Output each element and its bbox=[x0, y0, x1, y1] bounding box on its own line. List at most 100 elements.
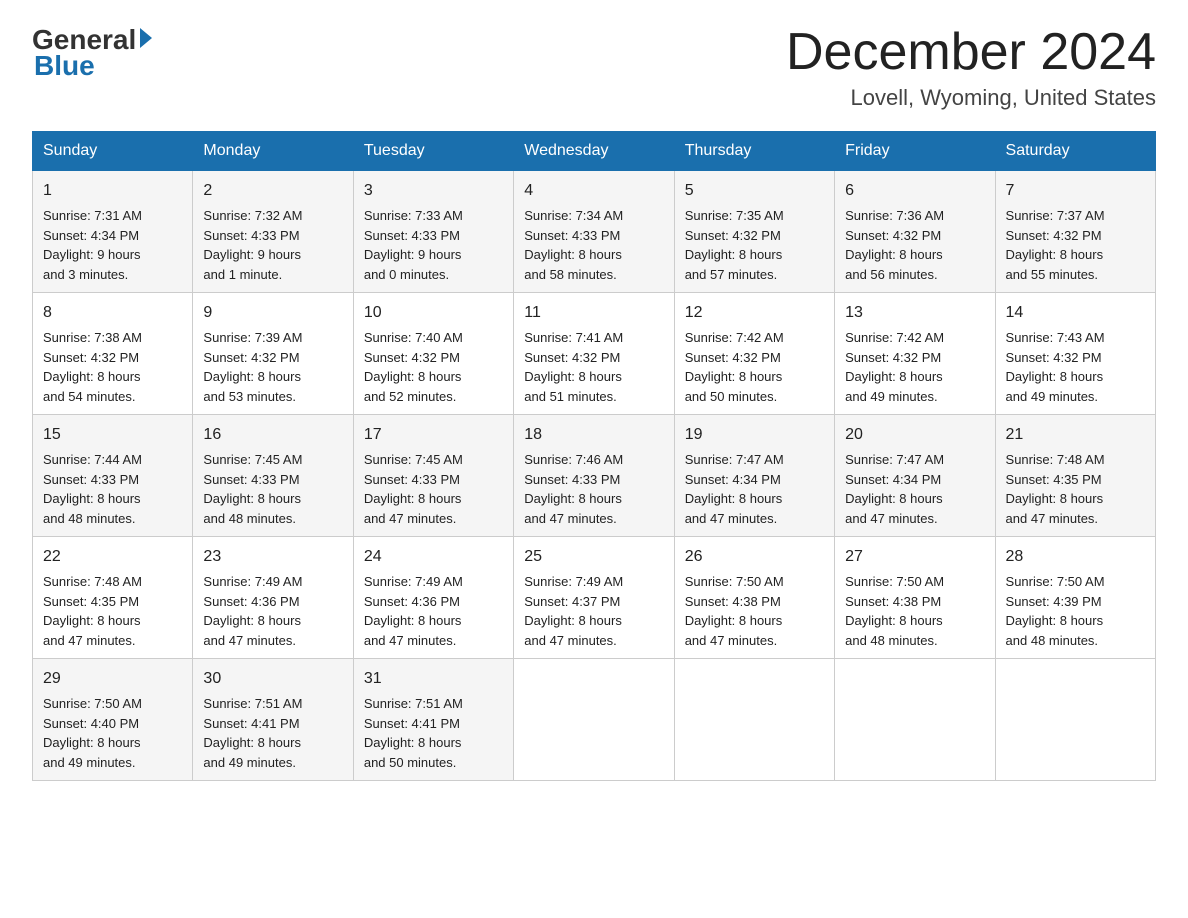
day-info: Sunrise: 7:45 AMSunset: 4:33 PMDaylight:… bbox=[364, 452, 463, 526]
day-info: Sunrise: 7:50 AMSunset: 4:39 PMDaylight:… bbox=[1006, 574, 1105, 648]
day-number: 20 bbox=[845, 423, 984, 447]
calendar-cell bbox=[835, 659, 995, 781]
day-info: Sunrise: 7:36 AMSunset: 4:32 PMDaylight:… bbox=[845, 208, 944, 282]
calendar-cell: 21 Sunrise: 7:48 AMSunset: 4:35 PMDayligh… bbox=[995, 415, 1155, 537]
day-number: 28 bbox=[1006, 545, 1145, 569]
day-number: 31 bbox=[364, 667, 503, 691]
calendar-cell: 22Sunrise: 7:48 AMSunset: 4:35 PMDayligh… bbox=[33, 537, 193, 659]
day-number: 2 bbox=[203, 179, 342, 203]
day-info: Sunrise: 7:38 AMSunset: 4:32 PMDaylight:… bbox=[43, 330, 142, 404]
calendar-cell: 30Sunrise: 7:51 AMSunset: 4:41 PMDayligh… bbox=[193, 659, 353, 781]
calendar-cell: 5 Sunrise: 7:35 AMSunset: 4:32 PMDaylight… bbox=[674, 171, 834, 293]
day-number: 14 bbox=[1006, 301, 1145, 325]
day-info: Sunrise: 7:47 AMSunset: 4:34 PMDaylight:… bbox=[845, 452, 944, 526]
calendar-cell: 23Sunrise: 7:49 AMSunset: 4:36 PMDayligh… bbox=[193, 537, 353, 659]
header-sunday: Sunday bbox=[33, 132, 193, 171]
calendar-cell: 31 Sunrise: 7:51 AMSunset: 4:41 PMDayligh… bbox=[353, 659, 513, 781]
calendar-cell: 17 Sunrise: 7:45 AMSunset: 4:33 PMDayligh… bbox=[353, 415, 513, 537]
day-info: Sunrise: 7:51 AMSunset: 4:41 PMDaylight:… bbox=[364, 696, 463, 770]
day-number: 1 bbox=[43, 179, 182, 203]
day-info: Sunrise: 7:45 AMSunset: 4:33 PMDaylight:… bbox=[203, 452, 302, 526]
header-monday: Monday bbox=[193, 132, 353, 171]
calendar-week-row: 1Sunrise: 7:31 AMSunset: 4:34 PMDaylight… bbox=[33, 171, 1156, 293]
calendar-cell: 25Sunrise: 7:49 AMSunset: 4:37 PMDayligh… bbox=[514, 537, 674, 659]
title-area: December 2024 Lovell, Wyoming, United St… bbox=[786, 24, 1156, 111]
calendar-cell: 4 Sunrise: 7:34 AMSunset: 4:33 PMDaylight… bbox=[514, 171, 674, 293]
day-number: 8 bbox=[43, 301, 182, 325]
calendar-header-row: SundayMondayTuesdayWednesdayThursdayFrid… bbox=[33, 132, 1156, 171]
day-number: 27 bbox=[845, 545, 984, 569]
day-number: 5 bbox=[685, 179, 824, 203]
calendar-cell: 6 Sunrise: 7:36 AMSunset: 4:32 PMDaylight… bbox=[835, 171, 995, 293]
calendar-cell: 24 Sunrise: 7:49 AMSunset: 4:36 PMDayligh… bbox=[353, 537, 513, 659]
header-tuesday: Tuesday bbox=[353, 132, 513, 171]
calendar-cell: 1Sunrise: 7:31 AMSunset: 4:34 PMDaylight… bbox=[33, 171, 193, 293]
day-info: Sunrise: 7:46 AMSunset: 4:33 PMDaylight:… bbox=[524, 452, 623, 526]
calendar-title: December 2024 bbox=[786, 24, 1156, 81]
day-number: 11 bbox=[524, 301, 663, 325]
day-info: Sunrise: 7:35 AMSunset: 4:32 PMDaylight:… bbox=[685, 208, 784, 282]
day-number: 21 bbox=[1006, 423, 1145, 447]
day-number: 22 bbox=[43, 545, 182, 569]
day-info: Sunrise: 7:50 AMSunset: 4:38 PMDaylight:… bbox=[685, 574, 784, 648]
calendar-cell: 16Sunrise: 7:45 AMSunset: 4:33 PMDayligh… bbox=[193, 415, 353, 537]
calendar-cell: 3Sunrise: 7:33 AMSunset: 4:33 PMDaylight… bbox=[353, 171, 513, 293]
day-number: 17 bbox=[364, 423, 503, 447]
day-info: Sunrise: 7:48 AMSunset: 4:35 PMDaylight:… bbox=[1006, 452, 1105, 526]
calendar-cell: 18 Sunrise: 7:46 AMSunset: 4:33 PMDayligh… bbox=[514, 415, 674, 537]
calendar-week-row: 29Sunrise: 7:50 AMSunset: 4:40 PMDayligh… bbox=[33, 659, 1156, 781]
header-friday: Friday bbox=[835, 132, 995, 171]
day-number: 9 bbox=[203, 301, 342, 325]
day-number: 30 bbox=[203, 667, 342, 691]
day-number: 23 bbox=[203, 545, 342, 569]
calendar-week-row: 8 Sunrise: 7:38 AMSunset: 4:32 PMDaylight… bbox=[33, 293, 1156, 415]
calendar-cell: 13Sunrise: 7:42 AMSunset: 4:32 PMDayligh… bbox=[835, 293, 995, 415]
header-saturday: Saturday bbox=[995, 132, 1155, 171]
calendar-cell bbox=[995, 659, 1155, 781]
day-info: Sunrise: 7:40 AMSunset: 4:32 PMDaylight:… bbox=[364, 330, 463, 404]
calendar-cell: 26 Sunrise: 7:50 AMSunset: 4:38 PMDayligh… bbox=[674, 537, 834, 659]
day-info: Sunrise: 7:37 AMSunset: 4:32 PMDaylight:… bbox=[1006, 208, 1105, 282]
day-number: 13 bbox=[845, 301, 984, 325]
day-number: 19 bbox=[685, 423, 824, 447]
calendar-week-row: 15Sunrise: 7:44 AMSunset: 4:33 PMDayligh… bbox=[33, 415, 1156, 537]
header: General Blue December 2024 Lovell, Wyomi… bbox=[32, 24, 1156, 111]
day-info: Sunrise: 7:32 AMSunset: 4:33 PMDaylight:… bbox=[203, 208, 302, 282]
day-info: Sunrise: 7:42 AMSunset: 4:32 PMDaylight:… bbox=[685, 330, 784, 404]
calendar-cell: 2 Sunrise: 7:32 AMSunset: 4:33 PMDaylight… bbox=[193, 171, 353, 293]
calendar-cell: 11 Sunrise: 7:41 AMSunset: 4:32 PMDayligh… bbox=[514, 293, 674, 415]
day-number: 26 bbox=[685, 545, 824, 569]
calendar-cell: 29Sunrise: 7:50 AMSunset: 4:40 PMDayligh… bbox=[33, 659, 193, 781]
day-number: 4 bbox=[524, 179, 663, 203]
calendar-cell: 20 Sunrise: 7:47 AMSunset: 4:34 PMDayligh… bbox=[835, 415, 995, 537]
calendar-cell bbox=[674, 659, 834, 781]
calendar-cell: 28 Sunrise: 7:50 AMSunset: 4:39 PMDayligh… bbox=[995, 537, 1155, 659]
day-number: 6 bbox=[845, 179, 984, 203]
logo-arrow-icon bbox=[140, 28, 152, 48]
calendar-cell: 14 Sunrise: 7:43 AMSunset: 4:32 PMDayligh… bbox=[995, 293, 1155, 415]
day-number: 10 bbox=[364, 301, 503, 325]
day-info: Sunrise: 7:50 AMSunset: 4:38 PMDaylight:… bbox=[845, 574, 944, 648]
day-info: Sunrise: 7:49 AMSunset: 4:36 PMDaylight:… bbox=[364, 574, 463, 648]
day-number: 24 bbox=[364, 545, 503, 569]
calendar-cell bbox=[514, 659, 674, 781]
calendar-table: SundayMondayTuesdayWednesdayThursdayFrid… bbox=[32, 131, 1156, 781]
calendar-cell: 12Sunrise: 7:42 AMSunset: 4:32 PMDayligh… bbox=[674, 293, 834, 415]
day-info: Sunrise: 7:41 AMSunset: 4:32 PMDaylight:… bbox=[524, 330, 623, 404]
calendar-cell: 10 Sunrise: 7:40 AMSunset: 4:32 PMDayligh… bbox=[353, 293, 513, 415]
logo-area: General Blue bbox=[32, 24, 152, 82]
day-info: Sunrise: 7:43 AMSunset: 4:32 PMDaylight:… bbox=[1006, 330, 1105, 404]
calendar-cell: 19Sunrise: 7:47 AMSunset: 4:34 PMDayligh… bbox=[674, 415, 834, 537]
calendar-cell: 8 Sunrise: 7:38 AMSunset: 4:32 PMDaylight… bbox=[33, 293, 193, 415]
calendar-cell: 15Sunrise: 7:44 AMSunset: 4:33 PMDayligh… bbox=[33, 415, 193, 537]
logo-blue-text: Blue bbox=[34, 50, 95, 82]
day-number: 3 bbox=[364, 179, 503, 203]
calendar-week-row: 22Sunrise: 7:48 AMSunset: 4:35 PMDayligh… bbox=[33, 537, 1156, 659]
day-number: 7 bbox=[1006, 179, 1145, 203]
day-number: 25 bbox=[524, 545, 663, 569]
calendar-cell: 27 Sunrise: 7:50 AMSunset: 4:38 PMDayligh… bbox=[835, 537, 995, 659]
calendar-cell: 9Sunrise: 7:39 AMSunset: 4:32 PMDaylight… bbox=[193, 293, 353, 415]
day-number: 15 bbox=[43, 423, 182, 447]
day-info: Sunrise: 7:34 AMSunset: 4:33 PMDaylight:… bbox=[524, 208, 623, 282]
day-number: 18 bbox=[524, 423, 663, 447]
